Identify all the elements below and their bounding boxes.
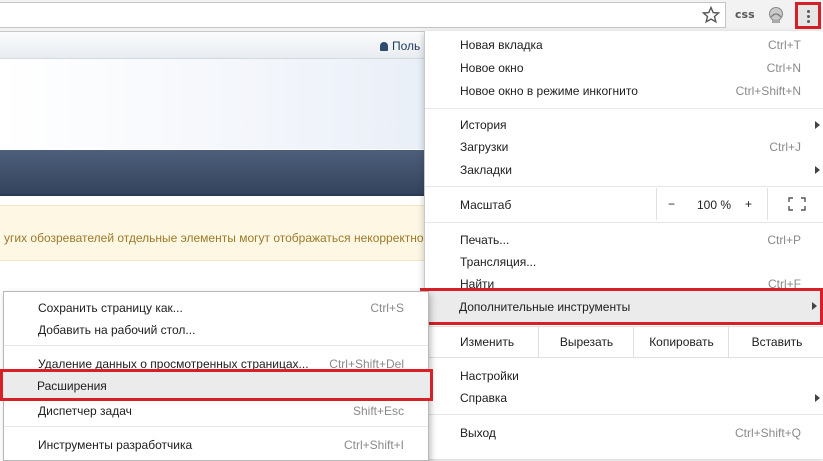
submenu-item-add-to-desktop[interactable]: Добавить на рабочий стол... — [4, 318, 428, 341]
submenu-item-devtools[interactable]: Инструменты разработчика Ctrl+Shift+I — [4, 433, 428, 456]
paste-button[interactable]: Вставить — [728, 327, 823, 357]
fullscreen-icon[interactable] — [788, 197, 806, 211]
user-link[interactable]: Поль — [380, 39, 420, 53]
submenu-item-save-page[interactable]: Сохранить страницу как... Ctrl+S — [4, 296, 428, 319]
menu-item-more-tools[interactable]: Дополнительные инструменты — [420, 288, 823, 325]
menu-item-settings[interactable]: Настройки — [425, 364, 823, 387]
submenu-item-extensions[interactable]: Расширения — [0, 369, 433, 401]
browser-notice-text: угих обозревателей отдельные элементы мо… — [4, 231, 424, 245]
menu-item-bookmarks[interactable]: Закладки — [425, 158, 823, 181]
menu-separator — [4, 345, 428, 346]
page-nav-bar — [0, 150, 430, 196]
star-icon[interactable] — [701, 5, 721, 25]
menu-item-help[interactable]: Справка — [425, 386, 823, 409]
page-top-bar — [0, 32, 430, 59]
submenu-arrow-icon — [815, 394, 820, 402]
menu-separator — [425, 222, 823, 223]
stamp-icon[interactable] — [766, 5, 786, 25]
chrome-main-menu: Новая вкладка Ctrl+T Новое окно Ctrl+N Н… — [424, 31, 823, 459]
menu-item-incognito[interactable]: Новое окно в режиме инкогнито Ctrl+Shift… — [425, 79, 823, 102]
menu-item-history[interactable]: История — [425, 113, 823, 136]
menu-item-downloads[interactable]: Загрузки Ctrl+J — [425, 135, 823, 158]
menu-separator — [425, 108, 823, 109]
zoom-row: Масштаб − 100 % + — [425, 188, 823, 220]
kebab-menu-icon[interactable] — [795, 2, 821, 29]
menu-separator — [425, 186, 823, 187]
zoom-level: 100 % — [696, 198, 732, 212]
submenu-arrow-icon — [812, 302, 817, 310]
zoom-in-button[interactable]: + — [745, 197, 752, 211]
page-banner — [0, 59, 430, 149]
menu-separator — [425, 414, 823, 415]
cut-button[interactable]: Вырезать — [538, 327, 634, 357]
menu-item-exit[interactable]: Выход Ctrl+Shift+Q — [425, 421, 823, 444]
edit-row: Изменить Вырезать Копировать Вставить — [425, 326, 823, 358]
menu-item-find[interactable]: Найти Ctrl+F — [425, 272, 823, 288]
address-bar[interactable] — [0, 2, 726, 28]
menu-item-new-window[interactable]: Новое окно Ctrl+N — [425, 56, 823, 79]
submenu-item-task-manager[interactable]: Диспетчер задач Shift+Esc — [4, 399, 428, 422]
submenu-arrow-icon — [815, 121, 820, 129]
menu-item-print[interactable]: Печать... Ctrl+P — [425, 228, 823, 251]
menu-item-cast[interactable]: Трансляция... — [425, 250, 823, 273]
menu-item-new-tab[interactable]: Новая вкладка Ctrl+T — [425, 33, 823, 56]
submenu-item-clear-data[interactable]: Удаление данных о просмотренных страница… — [4, 352, 428, 369]
css-extension-icon[interactable]: css — [735, 8, 755, 21]
copy-button[interactable]: Копировать — [633, 327, 729, 357]
zoom-out-button[interactable]: − — [668, 197, 675, 211]
user-icon — [380, 42, 388, 51]
browser-toolbar: css — [0, 0, 823, 32]
menu-separator — [4, 426, 428, 427]
submenu-arrow-icon — [815, 166, 820, 174]
